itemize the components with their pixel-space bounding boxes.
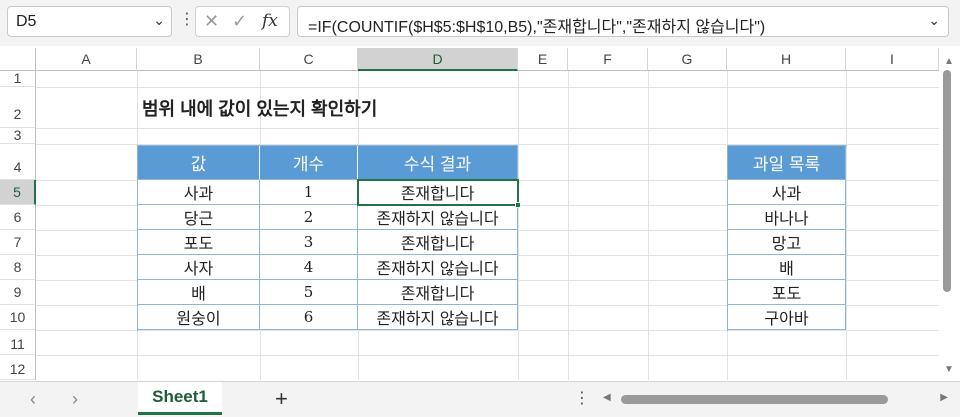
gridline	[36, 355, 939, 356]
table-cell-count[interactable]: 6	[260, 305, 358, 330]
row-header-11[interactable]: 11	[0, 330, 36, 355]
sheet-title[interactable]: 범위 내에 값이 있는지 확인하기	[142, 95, 377, 121]
insert-function-icon[interactable]: fx	[262, 11, 278, 31]
next-sheet-icon[interactable]: ›	[72, 389, 78, 410]
spreadsheet-app: D5 ⌄ ⋮ ✕ ✓ fx =IF(COUNTIF($H$5:$H$10,B5)…	[0, 0, 960, 417]
gridline	[36, 128, 939, 129]
horizontal-scroll-thumb[interactable]	[621, 395, 888, 404]
gridline	[568, 71, 569, 380]
fruit-list-item[interactable]: 배	[728, 255, 846, 280]
table-cell-count[interactable]: 2	[260, 205, 358, 230]
table-header-value[interactable]: 값	[138, 146, 260, 180]
table-cell-count[interactable]: 3	[260, 230, 358, 255]
sheet-tab-bar: ‹ › Sheet1 + ⋮ ◀ ▶	[0, 381, 960, 417]
table-cell-result[interactable]: 존재하지 않습니다	[358, 255, 518, 280]
fruit-list-item[interactable]: 사과	[728, 180, 846, 205]
gridline	[36, 87, 939, 88]
row-header-5[interactable]: 5	[0, 180, 36, 205]
table-cell-result[interactable]: 존재하지 않습니다	[358, 305, 518, 330]
vertical-scrollbar[interactable]: ▲ ▼	[939, 48, 960, 380]
previous-sheet-icon[interactable]: ‹	[30, 389, 36, 410]
name-box[interactable]: D5 ⌄	[7, 6, 172, 37]
column-header-c[interactable]: C	[260, 48, 358, 71]
table-header-count[interactable]: 개수	[260, 146, 358, 180]
formula-bar: D5 ⌄ ⋮ ✕ ✓ fx =IF(COUNTIF($H$5:$H$10,B5)…	[0, 0, 960, 46]
table-cell-value[interactable]: 사자	[138, 255, 260, 280]
table-cell-result[interactable]: 존재합니다	[358, 230, 518, 255]
more-options-icon[interactable]: ⋮	[574, 388, 590, 408]
column-header-b[interactable]: B	[137, 48, 260, 71]
table-cell-value[interactable]: 포도	[138, 230, 260, 255]
add-sheet-icon[interactable]: +	[275, 386, 288, 412]
scroll-left-icon[interactable]: ◀	[603, 392, 611, 403]
gridline	[518, 71, 519, 380]
fill-handle[interactable]	[515, 202, 521, 208]
column-header-g[interactable]: G	[648, 48, 727, 71]
active-cell-selection[interactable]	[357, 179, 519, 206]
table-cell-value[interactable]: 원숭이	[138, 305, 260, 330]
fruit-list-item[interactable]: 포도	[728, 280, 846, 305]
sheet-tab-sheet1[interactable]: Sheet1	[138, 382, 222, 415]
formula-text: =IF(COUNTIF($H$5:$H$10,B5),"존재합니다","존재하지…	[308, 19, 766, 36]
more-options-icon[interactable]: ⋮	[179, 9, 195, 29]
gridline	[648, 71, 649, 380]
row-header-10[interactable]: 10	[0, 305, 36, 330]
table-cell-result[interactable]: 존재하지 않습니다	[358, 205, 518, 230]
row-header-8[interactable]: 8	[0, 255, 36, 280]
table-cell-value[interactable]: 사과	[138, 180, 260, 205]
scroll-down-icon[interactable]: ▼	[944, 364, 954, 375]
column-header-a[interactable]: A	[36, 48, 137, 71]
chevron-down-icon[interactable]: ⌄	[153, 12, 165, 29]
horizontal-scrollbar[interactable]: ◀ ▶	[603, 390, 948, 410]
formula-input[interactable]: =IF(COUNTIF($H$5:$H$10,B5),"존재합니다","존재하지…	[297, 6, 949, 37]
fruit-list-item[interactable]: 바나나	[728, 205, 846, 230]
table-header-result[interactable]: 수식 결과	[358, 146, 518, 180]
row-header-1[interactable]: 1	[0, 71, 36, 87]
table-cell-count[interactable]: 5	[260, 280, 358, 305]
column-header-f[interactable]: F	[568, 48, 648, 71]
vertical-scroll-thumb[interactable]	[943, 70, 951, 292]
row-header-9[interactable]: 9	[0, 280, 36, 305]
scroll-up-icon[interactable]: ▲	[944, 56, 954, 67]
column-header-i[interactable]: I	[846, 48, 939, 71]
column-header-e[interactable]: E	[518, 48, 568, 71]
formula-buttons: ✕ ✓ fx	[195, 6, 290, 37]
fruit-list-item[interactable]: 망고	[728, 230, 846, 255]
row-header-3[interactable]: 3	[0, 128, 36, 144]
fruit-list-item[interactable]: 구아바	[728, 305, 846, 330]
scroll-right-icon[interactable]: ▶	[940, 392, 948, 403]
row-header-4[interactable]: 4	[0, 144, 36, 180]
table-cell-result[interactable]: 존재합니다	[358, 280, 518, 305]
table-cell-value[interactable]: 배	[138, 280, 260, 305]
row-header-7[interactable]: 7	[0, 230, 36, 255]
row-header-2[interactable]: 2	[0, 87, 36, 128]
select-all-corner[interactable]	[0, 48, 36, 71]
row-header-6[interactable]: 6	[0, 205, 36, 230]
chevron-down-icon[interactable]: ⌄	[928, 12, 940, 29]
table-cell-value[interactable]: 당근	[138, 205, 260, 230]
table-cell-count[interactable]: 1	[260, 180, 358, 205]
cancel-icon[interactable]: ✕	[204, 11, 219, 32]
column-header-d[interactable]: D	[358, 48, 518, 71]
column-header-h[interactable]: H	[727, 48, 846, 71]
confirm-icon[interactable]: ✓	[232, 11, 247, 32]
name-box-value: D5	[16, 13, 37, 30]
table-cell-count[interactable]: 4	[260, 255, 358, 280]
row-header-12[interactable]: 12	[0, 355, 36, 380]
fruit-list-header[interactable]: 과일 목록	[728, 146, 846, 180]
